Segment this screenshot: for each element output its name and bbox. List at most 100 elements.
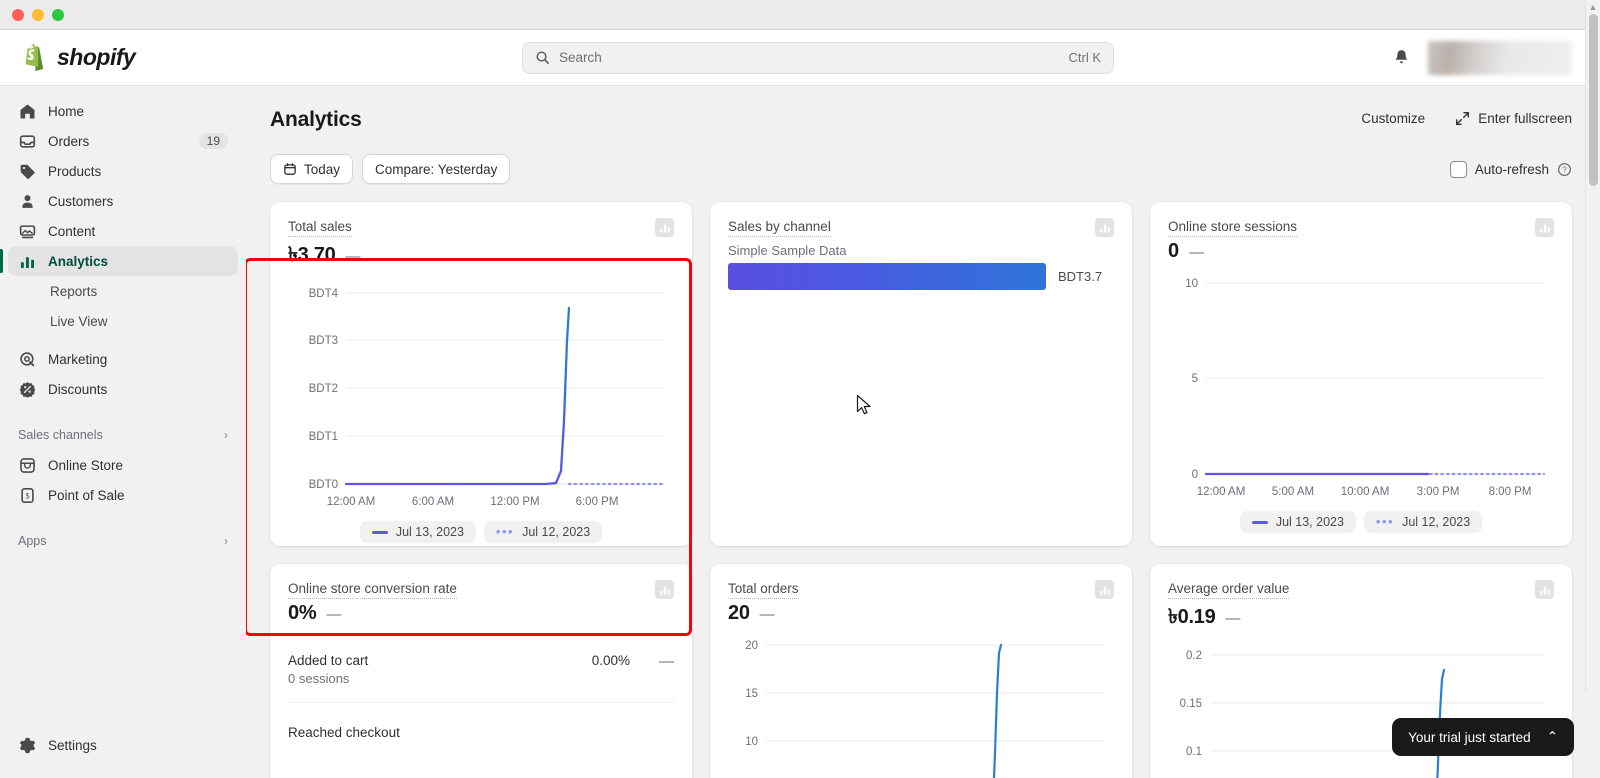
app-body: Home Orders 19 Products Customers Conten…	[0, 0, 1600, 778]
scrollbar-thumb[interactable]	[1589, 14, 1598, 186]
customize-button[interactable]: Customize	[1361, 111, 1425, 126]
card-title[interactable]: Average order value	[1168, 580, 1290, 600]
x-tick-label: 8:00 PM	[1489, 486, 1532, 498]
bar-chart-icon[interactable]	[655, 218, 674, 237]
bar-chart-icon[interactable]	[1535, 580, 1554, 599]
sidebar-item-marketing[interactable]: Marketing	[8, 344, 238, 374]
sidebar-subitem-label: Reports	[50, 283, 98, 299]
legend-label: Jul 12, 2023	[522, 525, 591, 540]
y-tick-label: 10	[1185, 278, 1198, 290]
orders-inbox-icon	[18, 132, 37, 151]
fullscreen-label: Enter fullscreen	[1478, 111, 1572, 126]
auto-refresh-label: Auto-refresh	[1474, 161, 1549, 177]
channel-bar[interactable]	[728, 263, 1046, 291]
image-icon	[18, 222, 37, 241]
legend-item-compare[interactable]: ••• Jul 12, 2023	[483, 521, 603, 544]
card-total-orders[interactable]: Total orders 20 — 20 15 10	[710, 564, 1132, 778]
sidebar-item-content[interactable]: Content	[8, 216, 238, 246]
auto-refresh-checkbox[interactable]	[1449, 160, 1467, 178]
y-tick-label: 0	[1192, 469, 1198, 481]
shopify-logo[interactable]: shopify	[0, 43, 246, 72]
sidebar-item-label: Point of Sale	[48, 487, 125, 503]
sidebar-item-label: Analytics	[48, 253, 109, 269]
chart-average-order-value[interactable]: 0.2 0.15 0.1	[1168, 643, 1554, 778]
sidebar-item-live-view[interactable]: Live View	[8, 306, 238, 336]
y-tick-label: 5	[1192, 373, 1198, 385]
trial-toast[interactable]: Your trial just started ⌃	[1392, 718, 1574, 756]
sidebar-item-orders[interactable]: Orders 19	[8, 126, 238, 156]
chart-total-sales[interactable]: BDT4 BDT3 BDT2 BDT1 BDT0 12:00 AM 6:00 A…	[288, 281, 674, 513]
card-sales-by-channel[interactable]: Sales by channel Simple Sample Data BDT3…	[710, 202, 1132, 546]
window-maximize-button[interactable]	[52, 8, 64, 21]
card-conversion-rate[interactable]: Online store conversion rate 0% — Added …	[270, 564, 692, 778]
x-tick-label: 10:00 AM	[1341, 486, 1390, 498]
gridlines	[766, 644, 1104, 742]
bar-chart-icon[interactable]	[1095, 580, 1114, 599]
y-tick-label: 0.1	[1186, 746, 1202, 758]
sidebar-section-apps[interactable]: Apps ›	[8, 526, 238, 556]
analytics-cards-grid: Total sales ৳3.70 — BDT4 BDT3 BDT2 BDT1 …	[270, 202, 1572, 778]
chart-online-store-sessions[interactable]: 10 5 0 12:00 AM 5:00 AM 10:00 AM 3:00 PM…	[1168, 271, 1554, 503]
legend-item-current[interactable]: Jul 13, 2023	[1239, 511, 1356, 534]
shopify-bag-icon	[25, 43, 44, 71]
question-circle-icon[interactable]: ?	[1557, 162, 1572, 177]
sidebar-item-discounts[interactable]: Discounts	[8, 374, 238, 404]
bar-chart-icon	[18, 252, 37, 271]
legend-item-compare[interactable]: ••• Jul 12, 2023	[1363, 511, 1483, 534]
funnel-label: Reached checkout	[288, 725, 400, 741]
product-tag-icon	[18, 162, 37, 181]
sidebar-item-online-store[interactable]: Online Store	[8, 450, 238, 480]
legend-item-current[interactable]: Jul 13, 2023	[359, 521, 476, 544]
sidebar-item-analytics[interactable]: Analytics	[0, 246, 238, 276]
sidebar-item-products[interactable]: Products	[8, 156, 238, 186]
card-title[interactable]: Total orders	[728, 580, 799, 600]
search-input[interactable]: Search Ctrl K	[522, 41, 1114, 74]
metric-value: ৳0.19	[1168, 606, 1216, 629]
sidebar-item-home[interactable]: Home	[8, 96, 238, 126]
x-tick-label: 12:00 PM	[490, 496, 539, 508]
sidebar-item-label: Orders	[48, 133, 90, 149]
y-tick-label: 0.2	[1186, 650, 1202, 662]
sidebar-subitem-label: Live View	[50, 313, 108, 329]
channel-bar-value: BDT3.7	[1058, 269, 1103, 285]
legend-label: Jul 12, 2023	[1402, 515, 1471, 530]
chart-total-orders[interactable]: 20 15 10	[728, 633, 1114, 778]
sidebar-section-sales-channels[interactable]: Sales channels ›	[8, 420, 238, 450]
enter-fullscreen-button[interactable]: Enter fullscreen	[1455, 111, 1572, 126]
date-range-button[interactable]: Today	[270, 154, 354, 184]
sidebar-item-reports[interactable]: Reports	[8, 276, 238, 306]
card-title[interactable]: Total sales	[288, 218, 352, 238]
metric-value: 20	[728, 602, 750, 625]
card-title[interactable]: Sales by channel	[728, 218, 831, 238]
card-online-store-sessions[interactable]: Online store sessions 0 — 10 5 0 12:00 A…	[1150, 202, 1572, 546]
card-total-sales[interactable]: Total sales ৳3.70 — BDT4 BDT3 BDT2 BDT1 …	[270, 202, 692, 546]
scroll-up-arrow-icon[interactable]: ▲	[1586, 0, 1600, 14]
y-tick-label: BDT2	[309, 383, 338, 395]
bar-chart-icon[interactable]	[1095, 218, 1114, 237]
funnel-row-text: Added to cart 0 sessions	[288, 653, 368, 686]
card-title[interactable]: Online store conversion rate	[288, 580, 457, 600]
funnel-sublabel: 0 sessions	[288, 671, 350, 687]
y-tick-label: BDT3	[309, 335, 338, 347]
page-scrollbar[interactable]: ▲	[1585, 0, 1600, 692]
sidebar-item-settings[interactable]: Settings	[8, 730, 238, 760]
series-line-current	[992, 644, 1003, 778]
compare-button[interactable]: Compare: Yesterday	[362, 154, 511, 184]
home-icon	[18, 102, 37, 121]
avatar[interactable]	[1428, 40, 1572, 75]
sidebar-item-point-of-sale[interactable]: $ Point of Sale	[8, 480, 238, 510]
metric-value: 0	[1168, 240, 1179, 263]
bar-chart-icon[interactable]	[1535, 218, 1554, 237]
window-minimize-button[interactable]	[32, 8, 44, 21]
window-close-button[interactable]	[12, 8, 24, 21]
bar-chart-icon[interactable]	[655, 580, 674, 599]
customize-label: Customize	[1361, 111, 1426, 126]
card-title[interactable]: Online store sessions	[1168, 218, 1298, 238]
sidebar-item-customers[interactable]: Customers	[8, 186, 238, 216]
gridlines	[1206, 282, 1544, 379]
metric-delta: —	[759, 606, 775, 624]
metric-delta: —	[1188, 244, 1204, 262]
bell-icon[interactable]	[1390, 47, 1412, 69]
x-tick-label: 6:00 PM	[576, 496, 619, 508]
